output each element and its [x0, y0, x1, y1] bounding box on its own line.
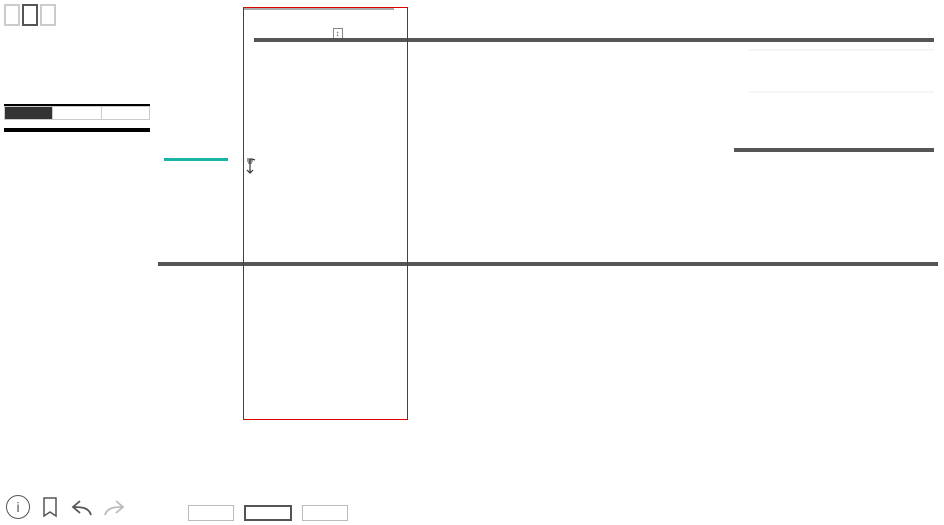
left-panel	[4, 4, 150, 132]
currency-usd-button[interactable]	[53, 107, 101, 119]
switch-summary-button[interactable]	[188, 505, 234, 521]
breakdown-header	[254, 38, 812, 42]
quantity-header	[734, 148, 934, 152]
cost-chart[interactable]	[734, 42, 934, 132]
quantity-panel	[734, 148, 934, 254]
time-3months-button[interactable]	[22, 4, 38, 26]
back-icon[interactable]	[70, 495, 94, 519]
switch-report-section	[158, 502, 938, 521]
breakdown-panel	[254, 38, 812, 42]
forward-icon[interactable]	[102, 495, 126, 519]
dimension-dropdown[interactable]	[244, 8, 394, 10]
switch-breakdown-button[interactable]	[244, 505, 292, 521]
cost-chart-panel	[734, 38, 934, 132]
bottom-toolbar: i	[6, 495, 126, 519]
time-custom-button[interactable]	[40, 4, 56, 26]
currency-eur-button[interactable]	[5, 107, 53, 119]
cursor-icon	[244, 157, 262, 184]
time-1month-button[interactable]	[4, 4, 20, 26]
currency-invoice-button[interactable]	[102, 107, 149, 119]
bookmark-icon[interactable]	[38, 495, 62, 519]
details-table-panel	[158, 262, 938, 266]
time-range-buttons	[4, 4, 150, 26]
info-icon[interactable]: i	[6, 495, 30, 519]
switch-export-button[interactable]	[302, 505, 348, 521]
highlight-box	[243, 7, 408, 420]
details-header	[158, 262, 938, 266]
cost-kpi	[164, 158, 228, 165]
currency-section	[4, 104, 150, 120]
cost-bar	[164, 158, 228, 161]
report-info-bar[interactable]	[4, 128, 150, 132]
